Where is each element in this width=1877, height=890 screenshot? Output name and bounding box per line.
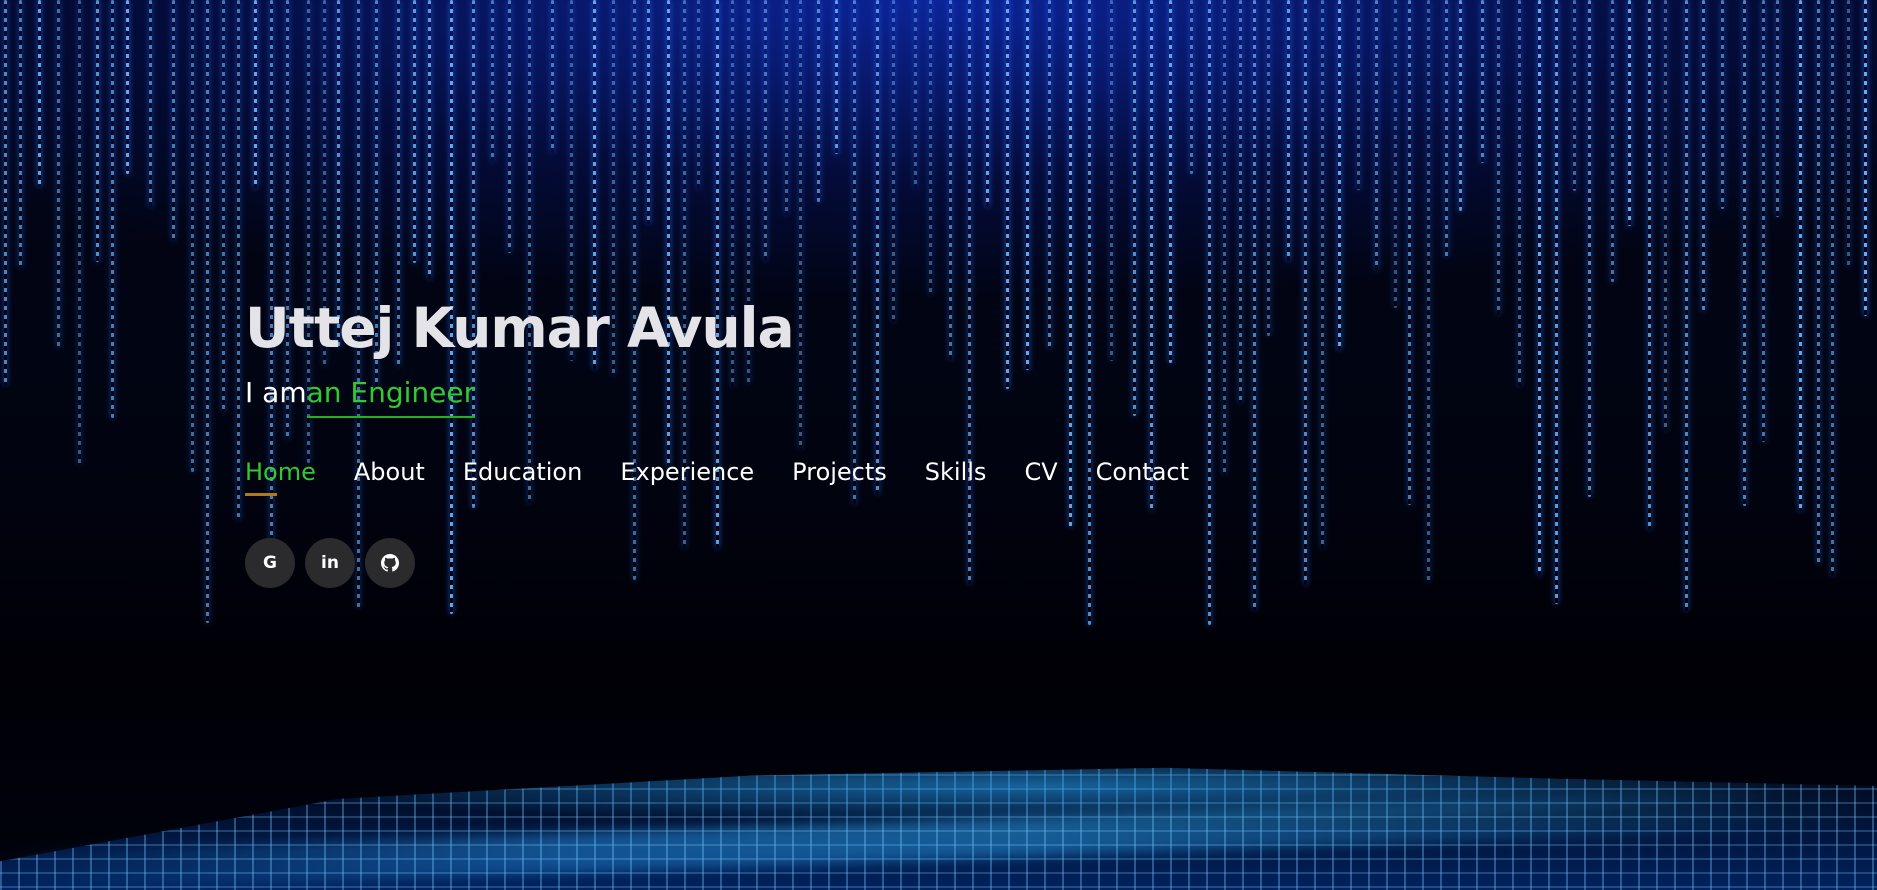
- rain-column: [413, 0, 416, 263]
- rain-column: [1267, 0, 1270, 336]
- rain-column: [1253, 0, 1256, 610]
- rain-column: [237, 0, 240, 520]
- rain-column: [929, 0, 932, 295]
- rain-column: [817, 0, 820, 202]
- nav-home[interactable]: Home: [245, 456, 316, 496]
- github-link-button[interactable]: [365, 538, 415, 588]
- rain-column: [1628, 0, 1631, 226]
- rain-column: [1864, 0, 1867, 316]
- grid-floor-background: [0, 767, 1877, 890]
- rain-column: [1518, 0, 1521, 386]
- rain-column: [697, 0, 700, 189]
- tagline-prefix: I am: [245, 376, 307, 409]
- social-links: G in: [245, 538, 1189, 588]
- hero-name: Uttej Kumar Avula: [245, 296, 795, 360]
- tagline-typed-text: an Engineer: [306, 374, 476, 418]
- rain-column: [986, 0, 989, 207]
- rain-column: [19, 0, 22, 267]
- rain-column: [222, 0, 225, 412]
- linkedin-icon: in: [321, 553, 339, 573]
- nav-contact[interactable]: Contact: [1096, 456, 1189, 488]
- linkedin-link-button[interactable]: in: [305, 538, 355, 588]
- google-link-button[interactable]: G: [245, 538, 295, 588]
- rain-column: [1239, 0, 1242, 403]
- rain-column: [1648, 0, 1651, 529]
- rain-column: [1208, 0, 1211, 625]
- rain-column: [764, 0, 767, 260]
- rain-column: [892, 0, 895, 322]
- rain-column: [1357, 0, 1360, 190]
- github-icon: [381, 554, 399, 572]
- hero-section: Uttej Kumar Avula I am an Engineer Home …: [0, 0, 1877, 890]
- rain-column: [1664, 0, 1667, 430]
- main-nav: Home About Education Experience Projects…: [245, 456, 1189, 496]
- rain-column: [1573, 0, 1576, 191]
- rain-column: [914, 0, 917, 189]
- nav-about[interactable]: About: [354, 456, 425, 488]
- rain-column: [1831, 0, 1834, 576]
- nav-experience[interactable]: Experience: [620, 456, 754, 488]
- rain-column: [1588, 0, 1591, 497]
- rain-column: [1394, 0, 1397, 308]
- rain-column: [78, 0, 81, 465]
- rain-column: [57, 0, 60, 347]
- rain-column: [1408, 0, 1411, 505]
- rain-column: [1321, 0, 1324, 548]
- rain-column: [1338, 0, 1341, 350]
- rain-column: [206, 0, 209, 623]
- rain-column: [491, 0, 494, 161]
- nav-education[interactable]: Education: [463, 456, 582, 488]
- rain-column: [1685, 0, 1688, 611]
- nav-projects[interactable]: Projects: [792, 456, 887, 488]
- rain-column: [1847, 0, 1850, 266]
- rain-column: [1776, 0, 1779, 217]
- rain-column: [111, 0, 114, 418]
- rain-column: [428, 0, 431, 279]
- rain-column: [1762, 0, 1765, 442]
- rain-column: [1427, 0, 1430, 582]
- rain-column: [785, 0, 788, 215]
- rain-column: [1497, 0, 1500, 315]
- nav-skills[interactable]: Skills: [925, 456, 987, 488]
- rain-column: [126, 0, 129, 174]
- rain-column: [1702, 0, 1705, 311]
- rain-column: [149, 0, 152, 207]
- rain-column: [1611, 0, 1614, 282]
- rain-column: [1799, 0, 1802, 511]
- rain-column: [835, 0, 838, 154]
- hero-content: Uttej Kumar Avula I am an Engineer Home …: [245, 290, 1189, 588]
- hero-tagline: I am an Engineer: [245, 374, 1189, 418]
- rain-column: [508, 0, 511, 253]
- rain-column: [1481, 0, 1484, 163]
- nav-cv[interactable]: CV: [1024, 456, 1057, 488]
- rain-column: [1287, 0, 1290, 261]
- rain-column: [1555, 0, 1558, 604]
- rain-column: [1190, 0, 1193, 174]
- rain-column: [1721, 0, 1724, 209]
- rain-column: [1743, 0, 1746, 506]
- rain-column: [254, 0, 257, 188]
- rain-column: [1445, 0, 1448, 257]
- rain-column: [172, 0, 175, 240]
- rain-column: [1304, 0, 1307, 585]
- rain-column: [551, 0, 554, 153]
- rain-column: [1459, 0, 1462, 211]
- rain-column: [191, 0, 194, 472]
- rain-column: [38, 0, 41, 187]
- rain-column: [1223, 0, 1226, 474]
- rain-column: [1817, 0, 1820, 564]
- google-icon: G: [263, 553, 277, 573]
- rain-column: [1538, 0, 1541, 575]
- rain-column: [1375, 0, 1378, 270]
- rain-column: [4, 0, 7, 385]
- rain-column: [647, 0, 650, 224]
- rain-column: [96, 0, 99, 262]
